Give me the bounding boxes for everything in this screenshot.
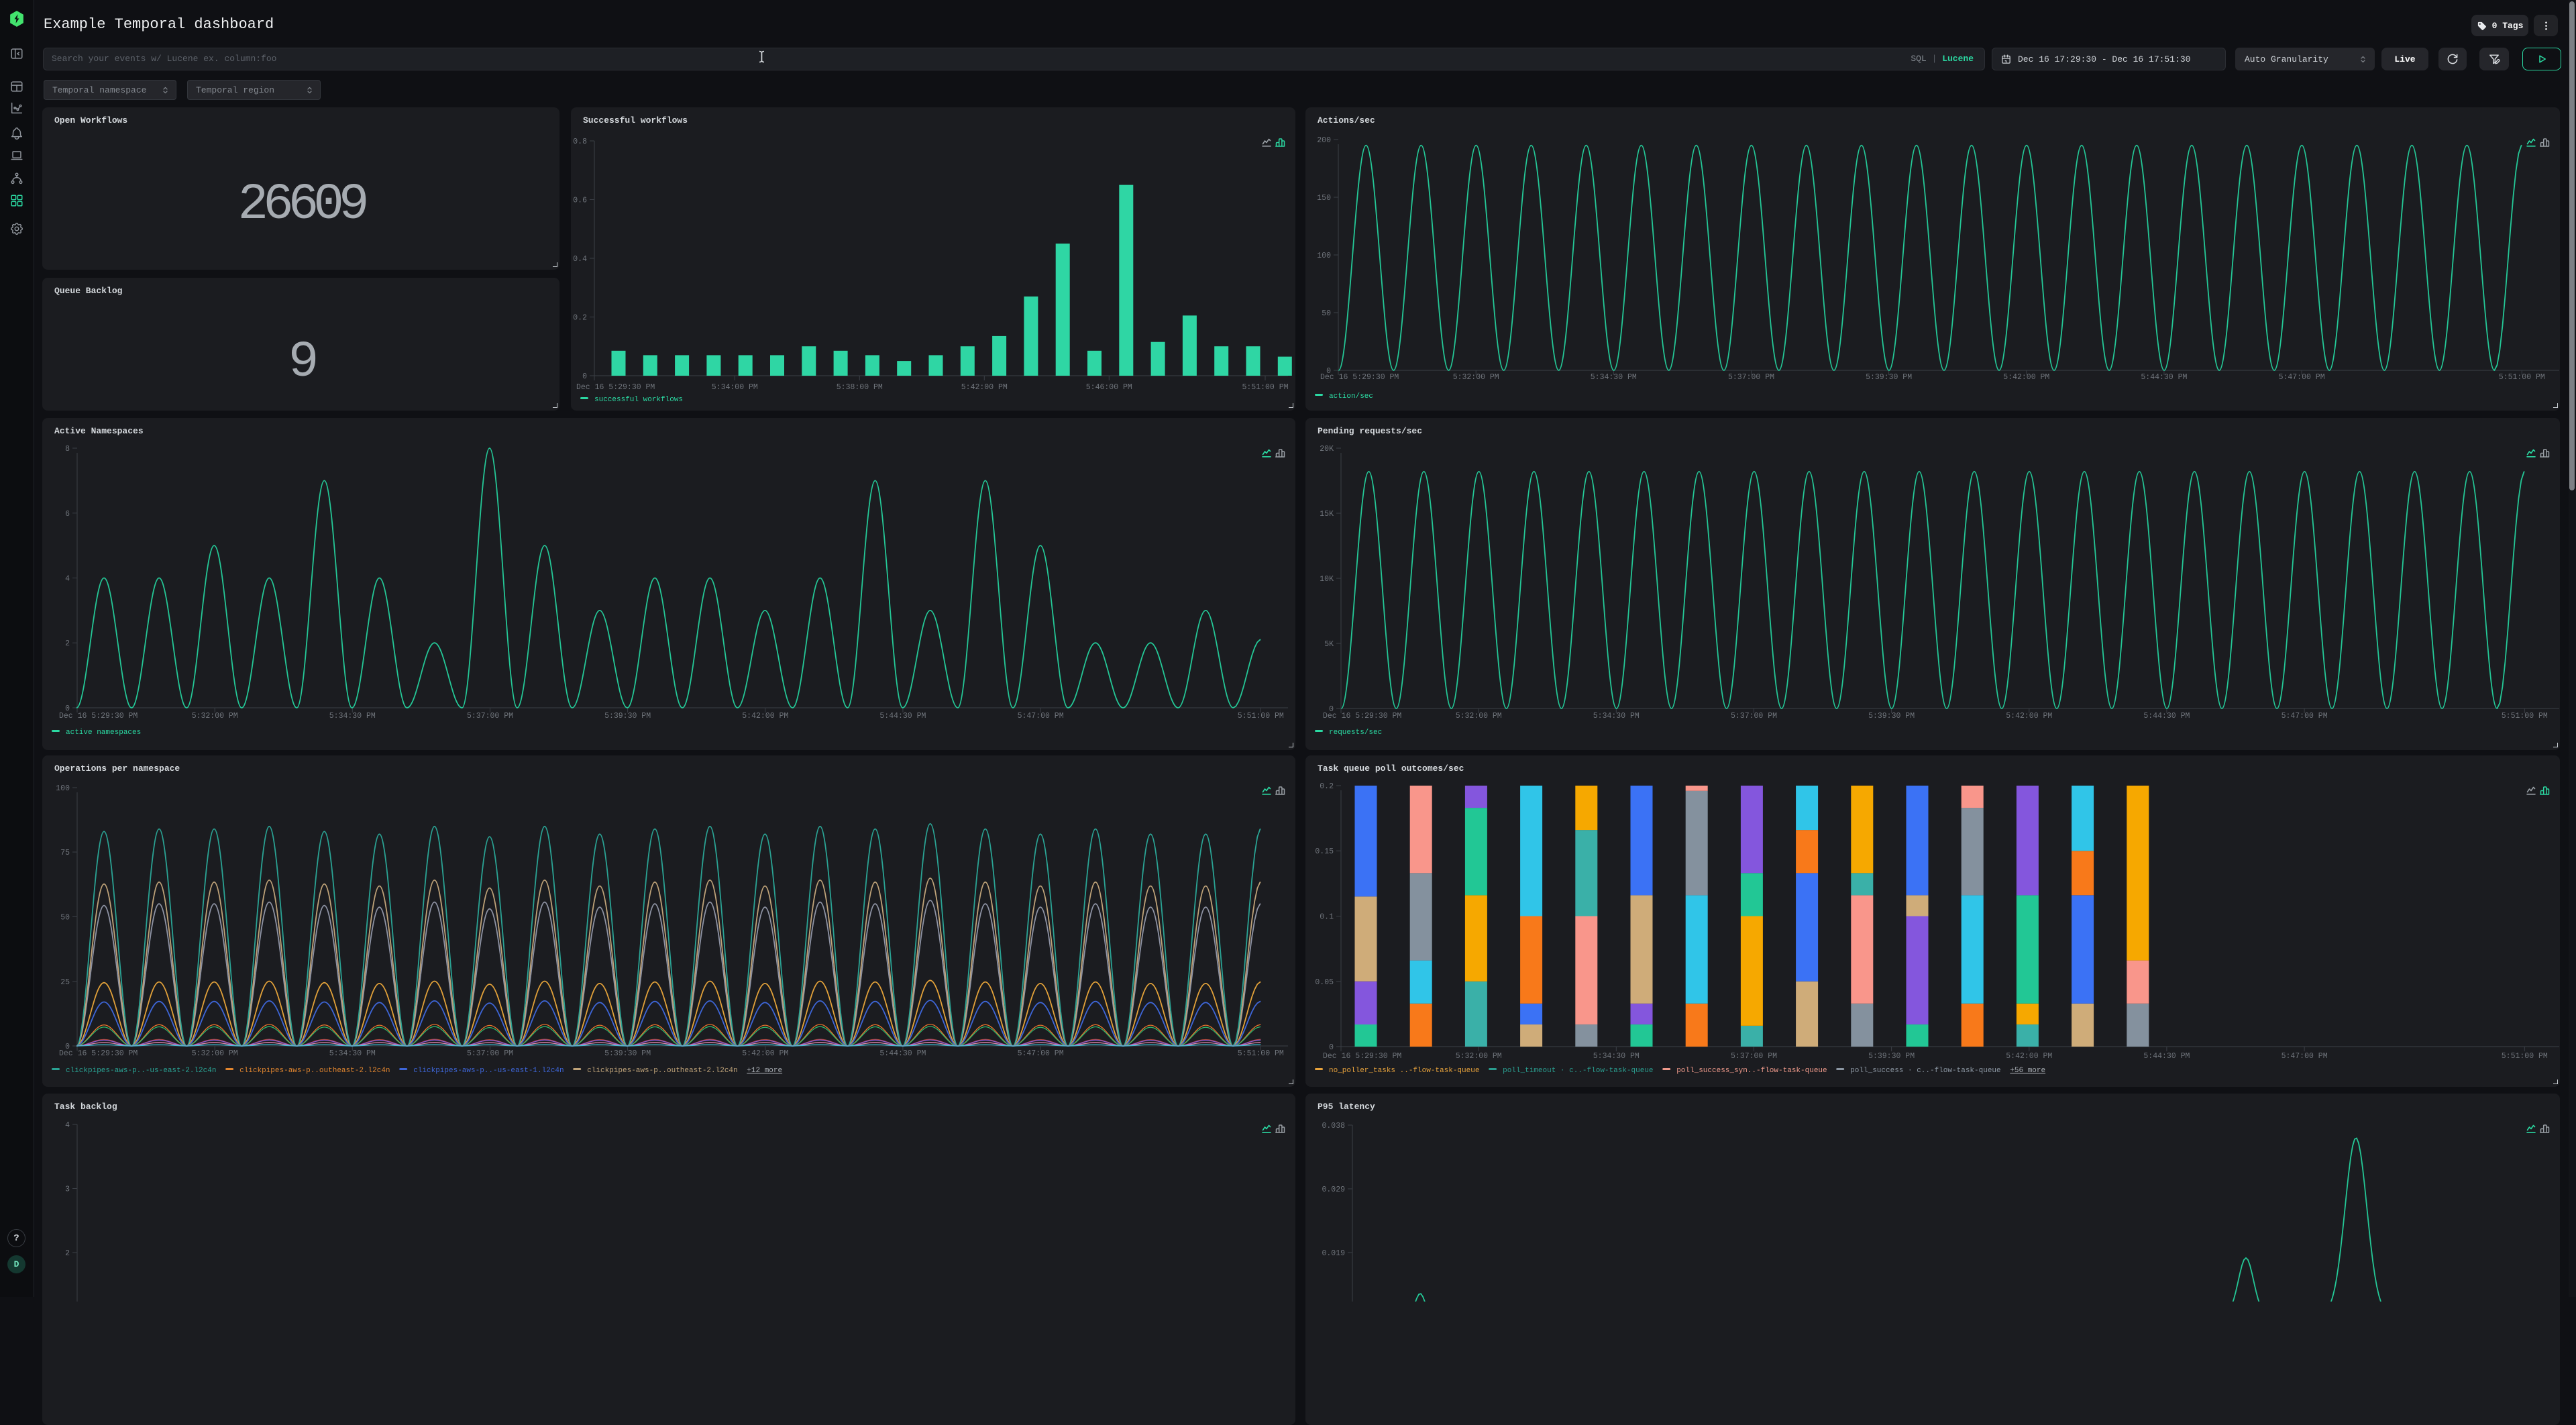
svg-text:2: 2 — [65, 1249, 70, 1258]
svg-text:successful workflows: successful workflows — [594, 396, 683, 404]
svg-text:5:51:00 PM: 5:51:00 PM — [1238, 712, 1284, 721]
svg-text:0.15: 0.15 — [1315, 847, 1334, 856]
svg-text:clickpipes-aws-p..-us-east-2.l: clickpipes-aws-p..-us-east-2.l2c4n — [66, 1067, 216, 1075]
svg-text:5:39:30 PM: 5:39:30 PM — [1866, 373, 1912, 382]
svg-text:6: 6 — [65, 510, 70, 519]
svg-text:5K: 5K — [1324, 640, 1334, 649]
svg-text:5:37:00 PM: 5:37:00 PM — [467, 712, 513, 721]
svg-text:2: 2 — [65, 639, 70, 648]
svg-text:5:42:00 PM: 5:42:00 PM — [961, 383, 1008, 392]
svg-text:clickpipes-aws-p..-us-east-1.l: clickpipes-aws-p..-us-east-1.l2c4n — [413, 1067, 564, 1075]
svg-text:5:34:30 PM: 5:34:30 PM — [329, 712, 376, 721]
svg-text:0.2: 0.2 — [573, 314, 587, 323]
svg-text:5:44:30 PM: 5:44:30 PM — [879, 1049, 926, 1058]
svg-text:0.05: 0.05 — [1315, 978, 1334, 987]
svg-text:5:37:00 PM: 5:37:00 PM — [1728, 373, 1774, 382]
svg-text:5:44:30 PM: 5:44:30 PM — [2143, 712, 2190, 721]
svg-text:0.019: 0.019 — [1322, 1249, 1345, 1258]
svg-text:Dec 16 5:29:30 PM: Dec 16 5:29:30 PM — [576, 383, 655, 392]
svg-text:action/sec: action/sec — [1329, 392, 1373, 401]
svg-text:75: 75 — [60, 849, 70, 857]
svg-text:clickpipes-aws-p..outheast-2.l: clickpipes-aws-p..outheast-2.l2c4n — [587, 1067, 737, 1075]
svg-text:5:34:00 PM: 5:34:00 PM — [712, 383, 758, 392]
svg-text:0.2: 0.2 — [1320, 782, 1334, 791]
svg-text:5:39:30 PM: 5:39:30 PM — [604, 1049, 651, 1058]
svg-text:Dec 16 5:29:30 PM: Dec 16 5:29:30 PM — [59, 1049, 138, 1058]
svg-text:5:44:30 PM: 5:44:30 PM — [879, 712, 926, 721]
svg-text:3: 3 — [65, 1185, 70, 1194]
svg-text:5:46:00 PM: 5:46:00 PM — [1086, 383, 1132, 392]
svg-text:5:47:00 PM: 5:47:00 PM — [1018, 712, 1064, 721]
svg-text:5:42:00 PM: 5:42:00 PM — [2003, 373, 2049, 382]
svg-text:5:51:00 PM: 5:51:00 PM — [2499, 373, 2545, 382]
svg-text:5:32:00 PM: 5:32:00 PM — [192, 712, 238, 721]
svg-text:0: 0 — [582, 372, 587, 381]
svg-text:5:44:30 PM: 5:44:30 PM — [2143, 1052, 2190, 1061]
svg-text:+12 more: +12 more — [747, 1067, 782, 1075]
svg-text:5:51:00 PM: 5:51:00 PM — [2502, 1052, 2548, 1061]
svg-text:5:32:00 PM: 5:32:00 PM — [192, 1049, 238, 1058]
svg-text:50: 50 — [1322, 309, 1331, 318]
svg-text:5:47:00 PM: 5:47:00 PM — [1018, 1049, 1064, 1058]
svg-text:poll_timeout · c..-flow-task-q: poll_timeout · c..-flow-task-queue — [1503, 1067, 1653, 1075]
svg-text:5:39:30 PM: 5:39:30 PM — [604, 712, 651, 721]
svg-text:requests/sec: requests/sec — [1329, 729, 1382, 737]
svg-text:Dec 16 5:29:30 PM: Dec 16 5:29:30 PM — [1320, 373, 1399, 382]
svg-text:5:51:00 PM: 5:51:00 PM — [1238, 1049, 1284, 1058]
svg-text:5:39:30 PM: 5:39:30 PM — [1868, 1052, 1915, 1061]
svg-text:0.8: 0.8 — [573, 138, 587, 146]
svg-text:5:47:00 PM: 5:47:00 PM — [2282, 1052, 2328, 1061]
svg-text:poll_success_syn..-flow-task-q: poll_success_syn..-flow-task-queue — [1676, 1067, 1827, 1075]
svg-text:5:47:00 PM: 5:47:00 PM — [2282, 712, 2328, 721]
svg-text:5:37:00 PM: 5:37:00 PM — [1731, 1052, 1777, 1061]
svg-text:active namespaces: active namespaces — [66, 729, 141, 737]
svg-text:5:34:30 PM: 5:34:30 PM — [329, 1049, 376, 1058]
svg-text:5:47:00 PM: 5:47:00 PM — [2279, 373, 2325, 382]
svg-text:5:39:30 PM: 5:39:30 PM — [1868, 712, 1915, 721]
svg-text:5:51:00 PM: 5:51:00 PM — [1242, 383, 1288, 392]
svg-text:150: 150 — [1317, 194, 1331, 203]
svg-text:5:32:00 PM: 5:32:00 PM — [1456, 1052, 1502, 1061]
svg-text:15K: 15K — [1320, 510, 1334, 519]
svg-text:5:42:00 PM: 5:42:00 PM — [2006, 712, 2052, 721]
svg-text:Dec 16 5:29:30 PM: Dec 16 5:29:30 PM — [59, 712, 138, 721]
svg-text:5:32:00 PM: 5:32:00 PM — [1456, 712, 1502, 721]
svg-text:5:42:00 PM: 5:42:00 PM — [2006, 1052, 2052, 1061]
svg-text:Dec 16 5:29:30 PM: Dec 16 5:29:30 PM — [1323, 712, 1401, 721]
svg-text:10K: 10K — [1320, 575, 1334, 584]
svg-text:0.6: 0.6 — [573, 197, 587, 205]
svg-text:0.1: 0.1 — [1320, 913, 1334, 922]
svg-text:0.029: 0.029 — [1322, 1185, 1345, 1194]
svg-text:0.4: 0.4 — [573, 255, 587, 264]
svg-text:5:37:00 PM: 5:37:00 PM — [467, 1049, 513, 1058]
svg-text:clickpipes-aws-p..outheast-2.l: clickpipes-aws-p..outheast-2.l2c4n — [239, 1067, 390, 1075]
svg-text:50: 50 — [60, 914, 70, 922]
svg-text:5:37:00 PM: 5:37:00 PM — [1731, 712, 1777, 721]
svg-text:100: 100 — [56, 784, 70, 793]
svg-text:5:42:00 PM: 5:42:00 PM — [742, 1049, 788, 1058]
svg-text:poll_success · c..-flow-task-q: poll_success · c..-flow-task-queue — [1850, 1067, 2000, 1075]
svg-text:no_poller_tasks ..-flow-task-q: no_poller_tasks ..-flow-task-queue — [1329, 1067, 1479, 1075]
svg-text:25: 25 — [60, 978, 70, 987]
svg-text:0: 0 — [1329, 1043, 1334, 1052]
svg-text:5:44:30 PM: 5:44:30 PM — [2141, 373, 2187, 382]
svg-text:Dec 16 5:29:30 PM: Dec 16 5:29:30 PM — [1323, 1052, 1401, 1061]
svg-text:5:34:30 PM: 5:34:30 PM — [1593, 1052, 1640, 1061]
svg-text:20K: 20K — [1320, 445, 1334, 454]
svg-text:5:34:30 PM: 5:34:30 PM — [1593, 712, 1640, 721]
svg-text:100: 100 — [1317, 252, 1331, 260]
svg-text:5:42:00 PM: 5:42:00 PM — [742, 712, 788, 721]
svg-text:4: 4 — [65, 1121, 70, 1130]
svg-text:5:32:00 PM: 5:32:00 PM — [1453, 373, 1499, 382]
svg-text:200: 200 — [1317, 136, 1331, 145]
svg-text:4: 4 — [65, 575, 70, 584]
svg-text:+56 more: +56 more — [2010, 1067, 2045, 1075]
svg-text:5:51:00 PM: 5:51:00 PM — [2502, 712, 2548, 721]
svg-text:5:38:00 PM: 5:38:00 PM — [837, 383, 883, 392]
svg-text:5:34:30 PM: 5:34:30 PM — [1591, 373, 1637, 382]
svg-text:0.038: 0.038 — [1322, 1122, 1345, 1130]
svg-text:8: 8 — [65, 445, 70, 454]
